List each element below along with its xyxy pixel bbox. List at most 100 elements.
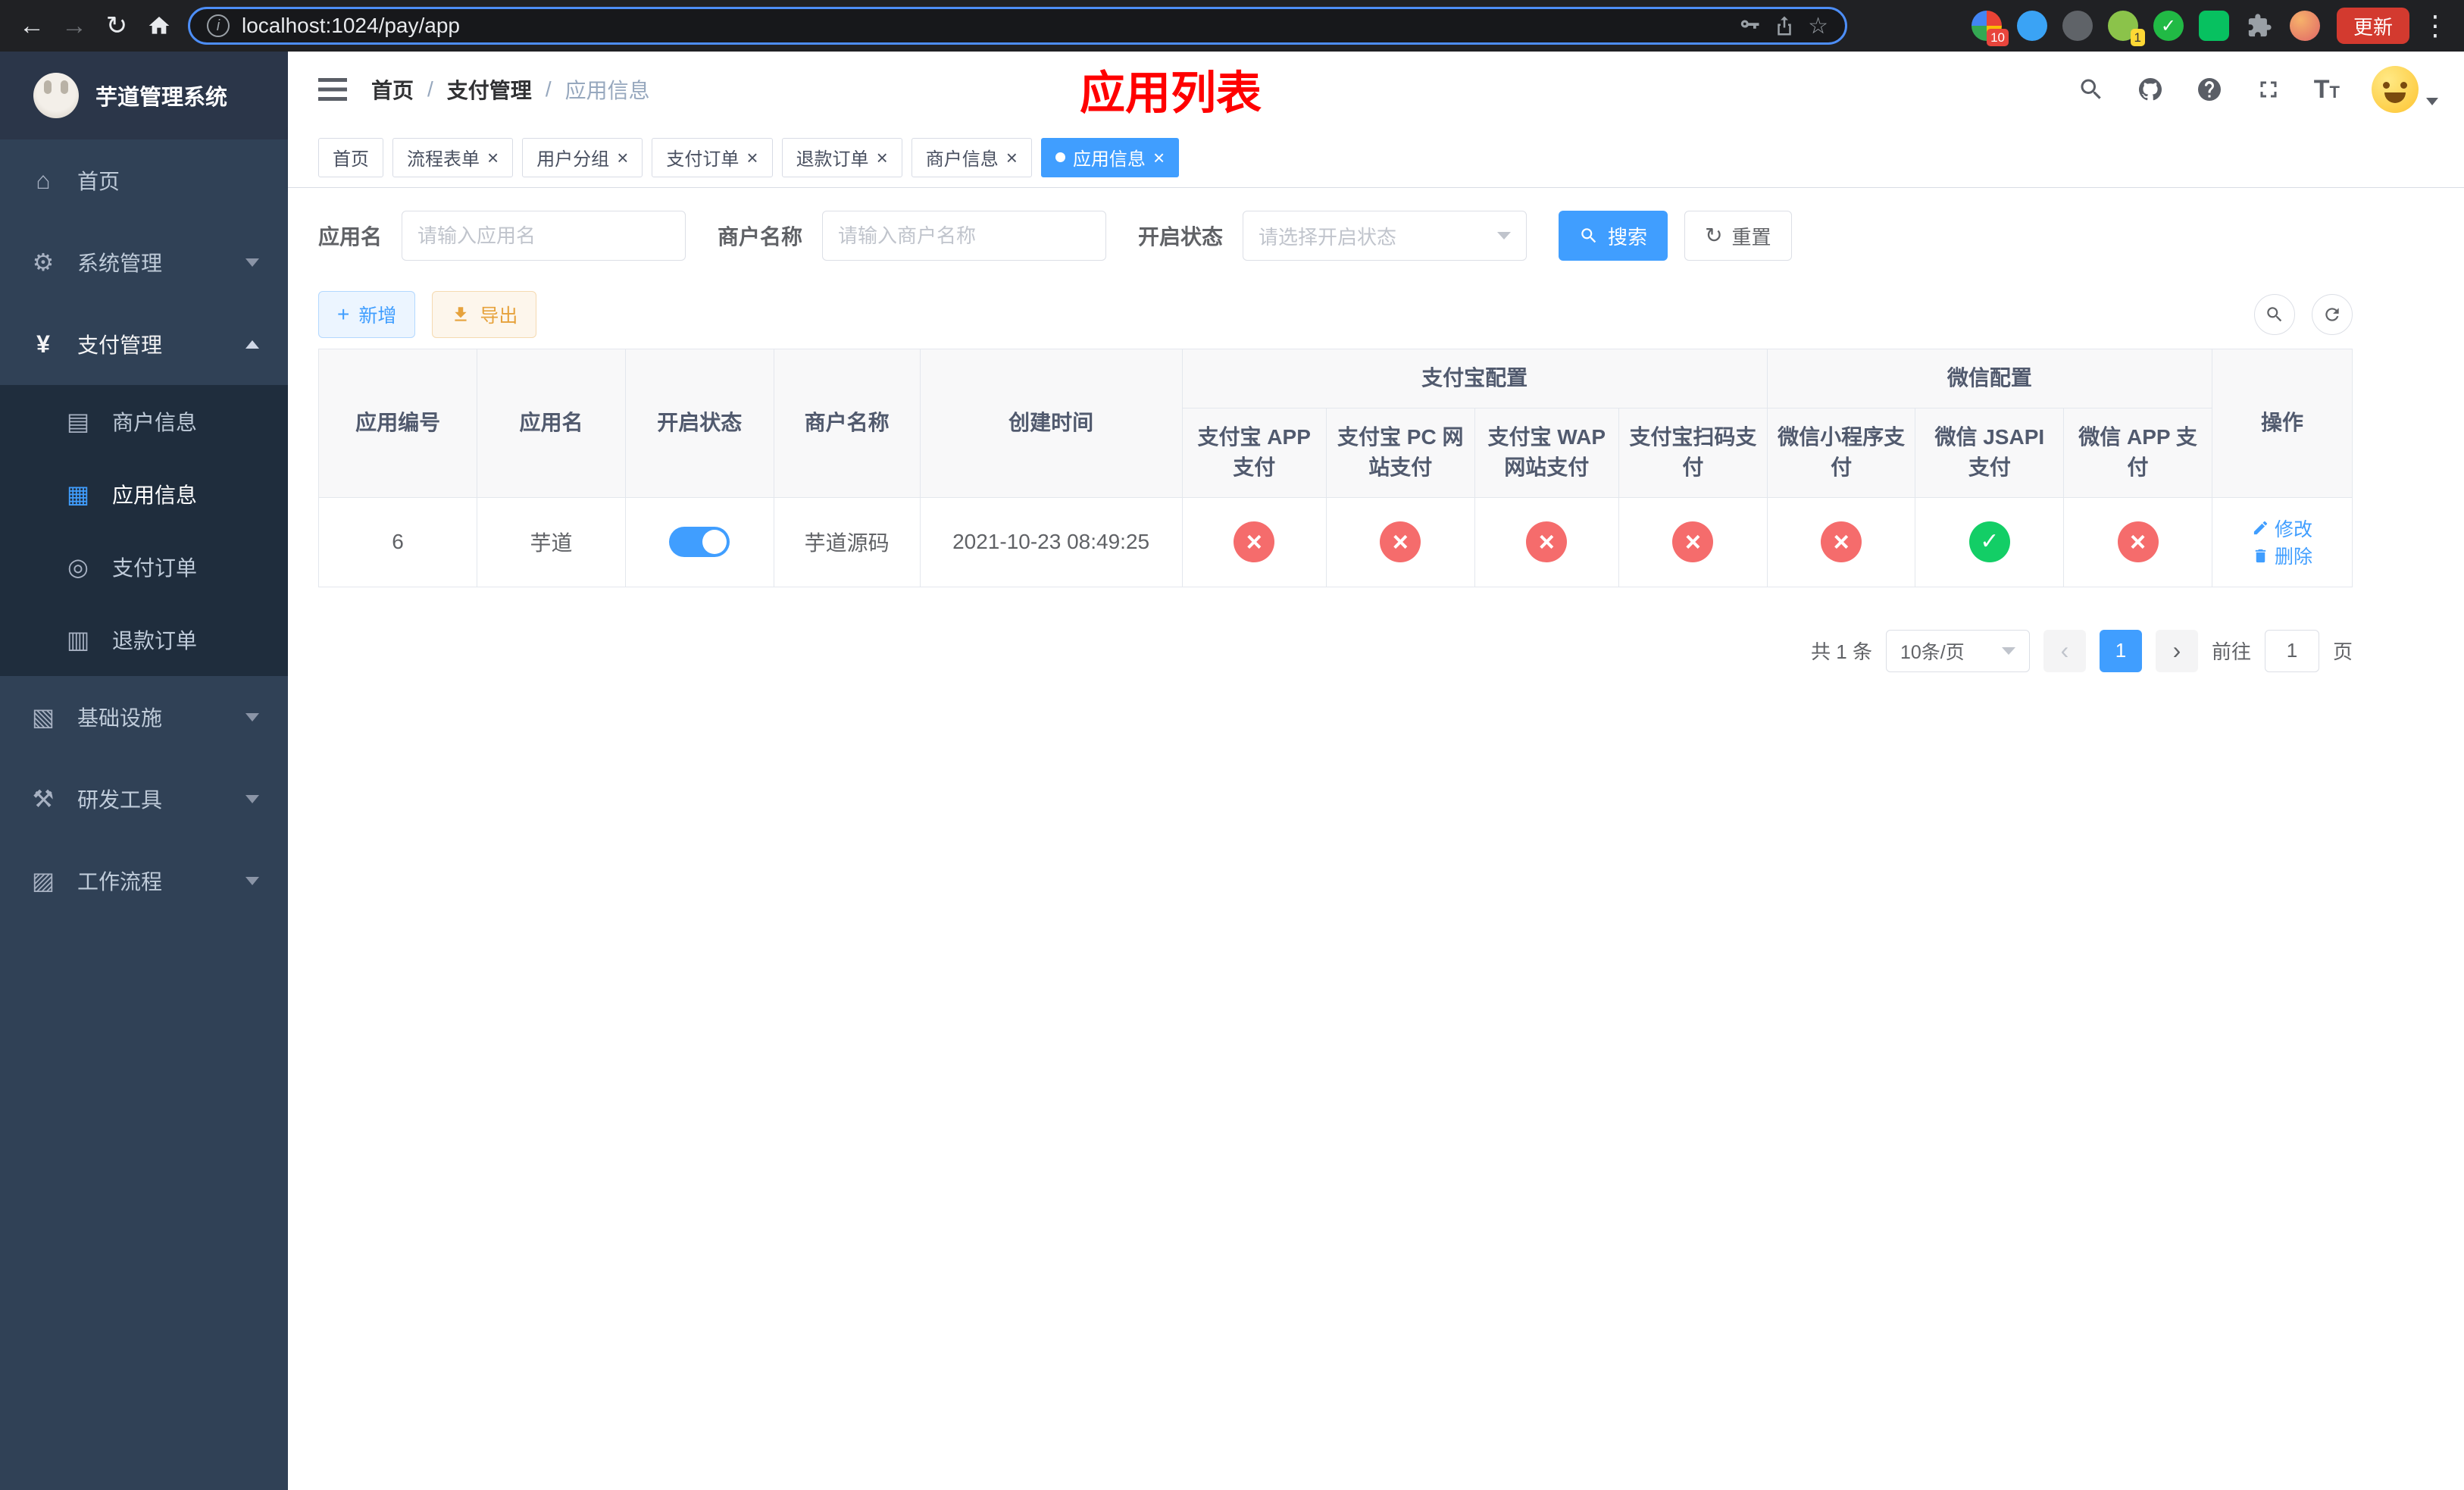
col-group-wechat: 微信配置: [1766, 349, 2212, 408]
app-name-input[interactable]: [402, 211, 686, 261]
tags-view: 首页 流程表单 × 用户分组 × 支付订单 × 退款订单 × 商户信息 × 应用…: [288, 127, 2464, 188]
wechat-lite-status-icon: [1821, 521, 1862, 563]
goto-page-input[interactable]: [2264, 629, 2319, 672]
merchant-name-input[interactable]: [822, 211, 1107, 261]
pencil-icon: [2253, 521, 2268, 535]
status-select[interactable]: 请选择开启状态: [1243, 211, 1527, 261]
browser-toolbar: ← → ↻ i localhost:1024/pay/app ☆ 10 1 ✓ …: [0, 0, 2464, 52]
sidebar-item-payment[interactable]: ¥ 支付管理: [0, 303, 288, 385]
close-icon[interactable]: ×: [746, 148, 758, 167]
bookmark-star-icon[interactable]: ☆: [1808, 13, 1828, 39]
app-logo[interactable]: 芋道管理系统: [0, 52, 288, 139]
extension-icon-check[interactable]: ✓: [2153, 11, 2184, 41]
tab-merchant-info[interactable]: 商户信息 ×: [911, 137, 1032, 177]
tab-label: 应用信息: [1072, 149, 1146, 170]
toggle-search-button[interactable]: [2254, 294, 2295, 335]
chevron-up-icon: [245, 340, 259, 349]
browser-reload-button[interactable]: ↻: [95, 5, 138, 47]
refresh-table-button[interactable]: [2312, 294, 2353, 335]
extensions-bar: 10 1 ✓: [1971, 11, 2320, 46]
sidebar-item-infrastructure[interactable]: ▧ 基础设施: [0, 676, 288, 758]
edit-link[interactable]: 修改: [2252, 515, 2312, 542]
fullscreen-icon[interactable]: [2255, 76, 2282, 103]
sidebar-item-devtools[interactable]: ⚒ 研发工具: [0, 758, 288, 840]
col-alipay-qr: 支付宝扫码支付: [1618, 407, 1768, 498]
extension-icon-chat[interactable]: [2198, 11, 2229, 41]
sidebar-item-label: 支付管理: [77, 333, 163, 357]
close-icon[interactable]: ×: [617, 148, 628, 167]
browser-menu-icon[interactable]: ⋮: [2422, 10, 2449, 42]
github-icon[interactable]: [2137, 76, 2164, 103]
tab-user-group[interactable]: 用户分组 ×: [522, 137, 643, 177]
sidebar-toggle-icon[interactable]: [318, 78, 347, 101]
delete-link[interactable]: 删除: [2252, 542, 2312, 569]
sidebar-item-refund-order[interactable]: ▥ 退款订单: [0, 603, 288, 676]
search-form: 应用名 商户名称 开启状态 请选择开启状态 搜索: [318, 211, 2353, 261]
sidebar-item-label: 系统管理: [77, 252, 163, 275]
search-icon[interactable]: [2078, 76, 2105, 103]
search-button[interactable]: 搜索: [1559, 211, 1668, 261]
navbar-actions: T: [2078, 66, 2438, 113]
tab-pay-order[interactable]: 支付订单 ×: [652, 137, 773, 177]
chevron-down-icon: [2001, 646, 2015, 655]
col-alipay-pc: 支付宝 PC 网站支付: [1325, 407, 1475, 498]
tab-process-form[interactable]: 流程表单 ×: [392, 137, 514, 177]
close-icon[interactable]: ×: [1006, 148, 1018, 167]
avatar-emoji-icon: [2372, 66, 2419, 113]
extension-icon-dark[interactable]: [2062, 11, 2093, 41]
chevron-down-icon: [1497, 232, 1512, 239]
sidebar-item-workflow[interactable]: ▨ 工作流程: [0, 840, 288, 922]
password-key-icon[interactable]: [1738, 14, 1761, 37]
alipay-qr-status-icon: [1672, 521, 1714, 563]
close-icon[interactable]: ×: [1153, 148, 1165, 167]
briefcase-icon: ▨: [31, 867, 55, 894]
user-avatar[interactable]: [2372, 66, 2438, 113]
extension-badge: 1: [2130, 29, 2145, 46]
share-icon[interactable]: [1773, 14, 1796, 37]
tab-app-info[interactable]: 应用信息 ×: [1040, 137, 1180, 177]
col-merchant: 商户名称: [773, 349, 921, 498]
breadcrumb-payment[interactable]: 支付管理: [447, 74, 532, 105]
export-button[interactable]: 导出: [432, 291, 537, 338]
sidebar-item-pay-order[interactable]: ◎ 支付订单: [0, 531, 288, 603]
payment-submenu: ▤ 商户信息 ▦ 应用信息 ◎ 支付订单 ▥ 退款订单: [0, 385, 288, 676]
cell-merchant: 芋道源码: [773, 496, 921, 587]
sidebar-item-app-info[interactable]: ▦ 应用信息: [0, 458, 288, 531]
extension-icon-pinwheel[interactable]: 10: [1971, 11, 2009, 46]
browser-profile-avatar[interactable]: [2289, 11, 2320, 41]
add-button[interactable]: + 新增: [318, 291, 416, 338]
page-1-button[interactable]: 1: [2099, 629, 2142, 672]
close-icon[interactable]: ×: [877, 148, 888, 167]
forward-icon: →: [61, 11, 87, 40]
cell-status: [624, 496, 774, 587]
extension-icon-blue[interactable]: [2016, 11, 2047, 41]
reset-button[interactable]: ↻ 重置: [1684, 211, 1792, 261]
site-info-icon[interactable]: i: [207, 14, 230, 37]
cell-created-at: 2021-10-23 08:49:25: [919, 496, 1183, 587]
extensions-puzzle-icon[interactable]: [2244, 11, 2275, 41]
address-bar[interactable]: i localhost:1024/pay/app ☆: [188, 7, 1847, 45]
extension-icon-avatar[interactable]: 1: [2107, 11, 2145, 46]
cell-app-id: 6: [317, 496, 478, 587]
browser-update-button[interactable]: 更新: [2336, 8, 2409, 44]
browser-home-button[interactable]: [138, 5, 180, 47]
font-size-icon[interactable]: T: [2314, 75, 2340, 105]
tab-refund-order[interactable]: 退款订单 ×: [781, 137, 902, 177]
close-icon[interactable]: ×: [487, 148, 499, 167]
page-size-select[interactable]: 10条/页: [1885, 629, 2030, 672]
sidebar-item-system[interactable]: ⚙ 系统管理: [0, 221, 288, 303]
breadcrumb-home[interactable]: 首页: [371, 74, 414, 105]
tab-label: 支付订单: [666, 149, 740, 170]
col-alipay-wap: 支付宝 WAP 网站支付: [1474, 407, 1619, 498]
prev-page-button[interactable]: ‹: [2043, 629, 2086, 672]
browser-back-button[interactable]: ←: [11, 5, 53, 47]
col-wechat-jsapi: 微信 JSAPI 支付: [1915, 407, 2065, 498]
sidebar-item-merchant-info[interactable]: ▤ 商户信息: [0, 385, 288, 458]
status-toggle[interactable]: [669, 527, 730, 558]
tab-home[interactable]: 首页: [318, 137, 383, 177]
browser-forward-button[interactable]: →: [53, 5, 95, 47]
next-page-button[interactable]: ›: [2155, 629, 2198, 672]
sidebar-item-home[interactable]: ⌂ 首页: [0, 139, 288, 221]
chevron-down-icon: [245, 876, 259, 885]
help-icon[interactable]: [2196, 76, 2223, 103]
